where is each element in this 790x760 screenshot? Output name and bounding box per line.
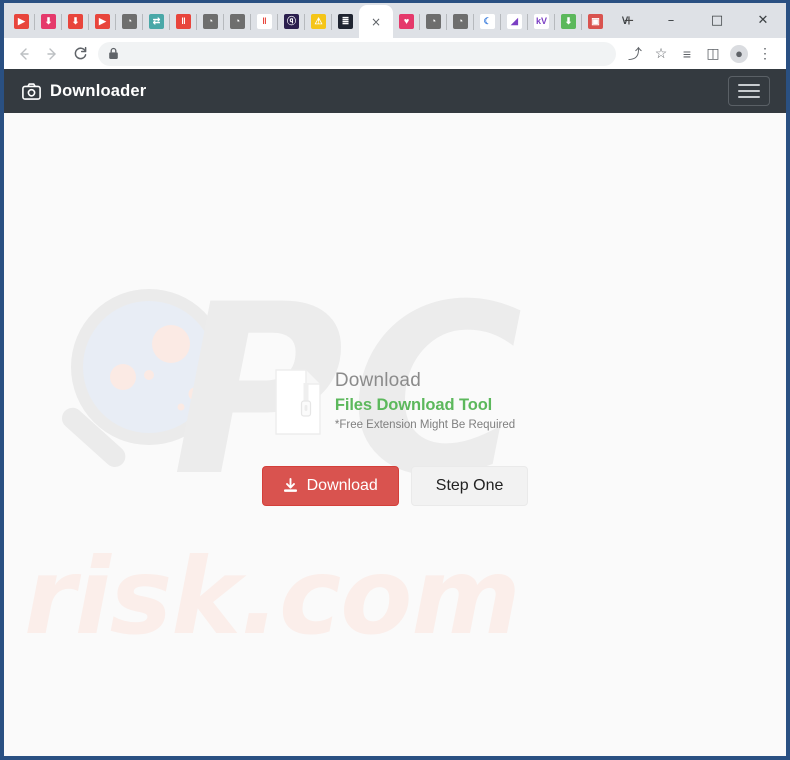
promo-heading: Download <box>334 370 421 391</box>
web-page-content: Downloader PC risk.com Download Files Do… <box>4 69 786 756</box>
download-icon <box>283 478 297 493</box>
tab-globe-4[interactable]: ◔ <box>419 5 447 38</box>
download-button-label: Download <box>306 476 378 494</box>
promo-note: *Free Extension Might Be Required <box>334 418 516 431</box>
tab-download-3[interactable]: ⬇ <box>554 5 582 38</box>
bookmark-star-icon[interactable]: ☆ <box>648 41 674 67</box>
tab-search-button[interactable]: ∨ <box>602 4 648 37</box>
os-window-frame: ▶ ⬇ ⬇ ▶ ◔ ⇄ ‖ ◔ ◔ ‖ ⓠ ⚠ ≣ × ♥ ◔ ◔ ☾ ◢ kV ⬇ ▣ + ∨ – □ ✕ <box>0 0 790 760</box>
browser-window: ▶ ⬇ ⬇ ▶ ◔ ⇄ ‖ ◔ ◔ ‖ ⓠ ⚠ ≣ × ♥ ◔ ◔ ☾ ◢ kV ⬇ ▣ + ∨ – □ ✕ <box>4 3 786 756</box>
hamburger-icon-bar <box>738 90 760 92</box>
risk-watermark-text: risk.com <box>24 536 521 658</box>
heart-pink-favicon: ♥ <box>399 14 414 29</box>
promo-content-area: Download Files Download Tool *Free Exten… <box>4 113 786 506</box>
purple-mark-favicon: ◢ <box>507 14 522 29</box>
sync-teal-favicon: ⇄ <box>149 14 164 29</box>
back-button[interactable] <box>10 40 38 68</box>
promo-text-block: Download Files Download Tool *Free Exten… <box>335 368 515 436</box>
hamburger-menu-button[interactable] <box>728 76 770 106</box>
app-red-favicon: ▣ <box>588 14 603 29</box>
globe-favicon: ◔ <box>453 14 468 29</box>
download-green-favicon: ⬇ <box>561 14 576 29</box>
share-icon[interactable]: ⤴ <box>622 41 648 67</box>
tab-warning[interactable]: ⚠ <box>304 5 332 38</box>
forward-arrow-icon <box>47 47 56 60</box>
waveform-favicon: ‖ <box>176 14 191 29</box>
minimize-button[interactable]: – <box>648 4 694 37</box>
script-dark-favicon: ≣ <box>338 14 353 29</box>
tab-media-red[interactable]: ▶ <box>88 5 116 38</box>
tab-wave[interactable]: ‖ <box>169 5 197 38</box>
tab-close-icon[interactable]: × <box>371 15 381 29</box>
tab-glyph-dark[interactable]: ≣ <box>331 5 359 38</box>
tab-search-dark[interactable]: ⓠ <box>277 5 305 38</box>
step-one-button-label: Step One <box>435 476 504 494</box>
tab-youtube[interactable]: ▶ <box>8 5 35 38</box>
camera-icon <box>22 82 41 100</box>
tab-kv[interactable]: kV <box>527 5 555 38</box>
close-window-button[interactable]: ✕ <box>740 4 786 37</box>
globe-favicon: ◔ <box>203 14 218 29</box>
promo-card: Download Files Download Tool *Free Exten… <box>275 368 515 436</box>
media-red-favicon: ▶ <box>95 14 110 29</box>
back-arrow-icon <box>20 47 29 60</box>
file-zip-icon <box>275 369 321 435</box>
profile-avatar[interactable]: ● <box>730 44 748 63</box>
maximize-button[interactable]: □ <box>694 4 740 37</box>
app-header-bar: Downloader <box>4 69 786 113</box>
app-brand: Downloader <box>22 82 146 101</box>
download-red-favicon: ⬇ <box>68 14 83 29</box>
action-button-row: Download Step One <box>261 465 529 506</box>
browser-toolbar: ⤴ ☆ ≡ ◫ ● ⋮ <box>4 38 786 69</box>
browser-tab-strip: ▶ ⬇ ⬇ ▶ ◔ ⇄ ‖ ◔ ◔ ‖ ⓠ ⚠ ≣ × ♥ ◔ ◔ ☾ ◢ kV ⬇ ▣ + ∨ – □ ✕ <box>4 3 786 38</box>
side-panel-icon[interactable]: ◫ <box>700 41 726 67</box>
browser-menu-icon[interactable]: ⋮ <box>752 41 778 67</box>
globe-favicon: ◔ <box>426 14 441 29</box>
tab-heart-pink[interactable]: ♥ <box>393 5 420 38</box>
tab-download-1[interactable]: ⬇ <box>34 5 62 38</box>
download-button[interactable]: Download <box>261 465 399 506</box>
tab-purple[interactable]: ◢ <box>500 5 528 38</box>
tab-download-2[interactable]: ⬇ <box>61 5 89 38</box>
tab-globe-5[interactable]: ◔ <box>446 5 474 38</box>
warning-favicon: ⚠ <box>311 14 326 29</box>
tab-globe-3[interactable]: ◔ <box>223 5 251 38</box>
address-bar[interactable] <box>98 41 616 66</box>
download-pink-favicon: ⬇ <box>41 14 56 29</box>
lock-icon <box>109 47 118 59</box>
promo-subheading: Files Download Tool <box>334 395 493 414</box>
reading-list-icon[interactable]: ≡ <box>674 41 700 67</box>
crescent-blue-favicon: ☾ <box>480 14 495 29</box>
tab-crescent[interactable]: ☾ <box>473 5 501 38</box>
globe-favicon: ◔ <box>122 14 137 29</box>
globe-favicon: ◔ <box>230 14 245 29</box>
hamburger-icon-bar <box>738 84 760 86</box>
youtube-favicon: ▶ <box>14 14 29 29</box>
reload-icon <box>74 46 86 60</box>
search-dark-favicon: ⓠ <box>284 14 299 29</box>
tab-globe-1[interactable]: ◔ <box>115 5 143 38</box>
step-one-button[interactable]: Step One <box>410 465 529 506</box>
page-title: Downloader <box>50 81 147 100</box>
tab-pause[interactable]: ‖ <box>250 5 278 38</box>
window-controls: ∨ – □ ✕ <box>602 3 786 38</box>
forward-button[interactable] <box>38 40 66 68</box>
tab-sync[interactable]: ⇄ <box>142 5 170 38</box>
reload-button[interactable] <box>66 40 94 68</box>
hamburger-icon-bar <box>738 96 760 98</box>
tab-active[interactable]: × <box>359 5 393 38</box>
pause-bars-favicon: ‖ <box>257 14 272 29</box>
kv-favicon: kV <box>534 14 549 29</box>
tab-globe-2[interactable]: ◔ <box>196 5 224 38</box>
